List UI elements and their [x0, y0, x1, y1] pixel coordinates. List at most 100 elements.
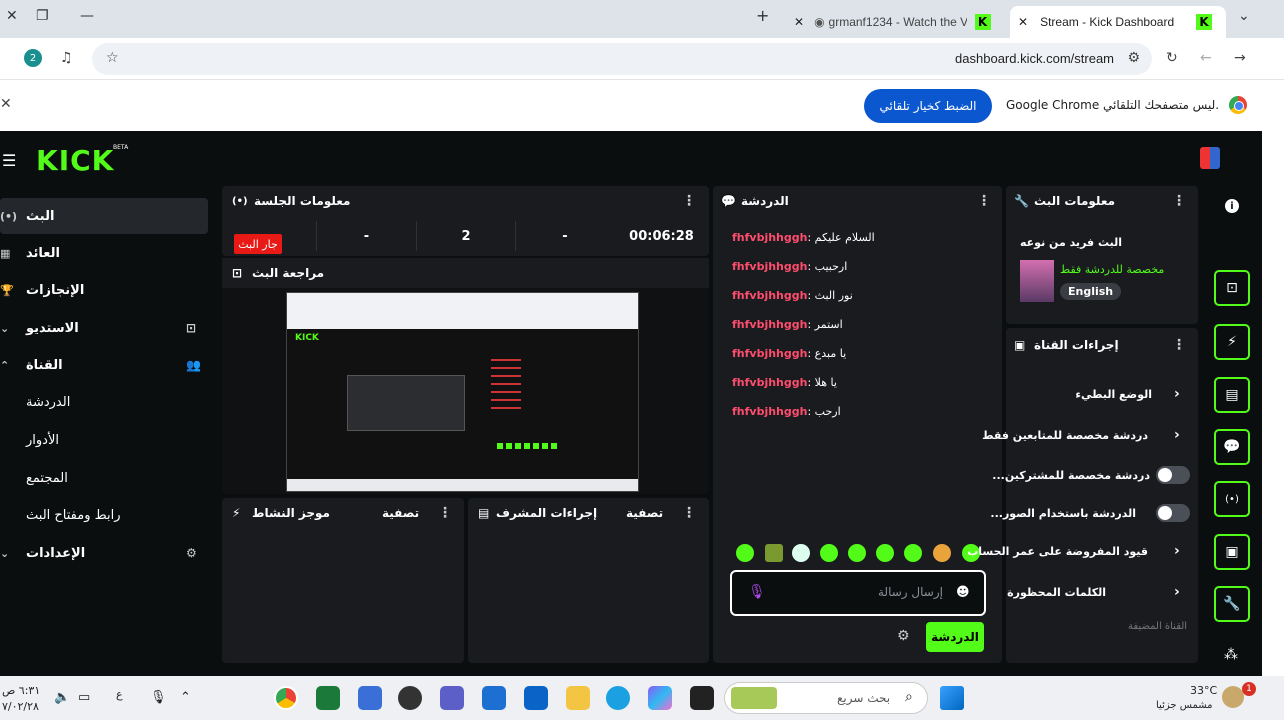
- weather-icon: [1222, 686, 1244, 708]
- bookmark-star-icon[interactable]: ☆: [106, 50, 119, 66]
- more-options-icon[interactable]: ⋮: [438, 505, 452, 521]
- chevron-up-icon[interactable]: ⌃: [180, 690, 191, 705]
- sidebar-item-settings[interactable]: ⌄ الإعدادات ⚙: [0, 535, 208, 571]
- app-taskbar-icon[interactable]: [690, 686, 714, 710]
- chat-toggle-button[interactable]: 💬: [1214, 429, 1250, 465]
- tab-search-chevron-icon[interactable]: ⌄: [1238, 8, 1250, 24]
- emote-icon[interactable]: [876, 544, 894, 562]
- input-language[interactable]: ع: [116, 688, 123, 701]
- tab-watch[interactable]: ✕ ◉ grmanf1234 - Watch the VO K: [786, 6, 1006, 38]
- filter-button[interactable]: تصفية: [382, 506, 419, 520]
- sidebar-item-roles[interactable]: الأدوار: [0, 422, 208, 458]
- clock-time[interactable]: ٦:٣١ ص: [2, 684, 40, 697]
- outlook-taskbar-icon[interactable]: [524, 686, 548, 710]
- chat-input[interactable]: 🎙 إرسال رسالة ☻: [730, 570, 986, 616]
- tab-close-icon[interactable]: ✕: [794, 15, 804, 29]
- kick-logo[interactable]: KICK: [36, 144, 114, 177]
- send-chat-button[interactable]: الدردشة: [926, 622, 984, 652]
- app-taskbar-icon[interactable]: [398, 686, 422, 710]
- emote-icon[interactable]: [933, 544, 951, 562]
- more-options-icon[interactable]: ⋮: [977, 193, 991, 209]
- activity-toggle-button[interactable]: ⚡: [1214, 324, 1250, 360]
- omnibox[interactable]: ☆ dashboard.kick.com/stream ⚙: [92, 43, 1152, 75]
- preview-toggle-button[interactable]: ⊡: [1214, 270, 1250, 306]
- emoji-icon[interactable]: ☻: [956, 585, 970, 600]
- chat-input-placeholder: إرسال رسالة: [878, 585, 943, 599]
- sidebar-item-achievements[interactable]: 🏆 الإنجازات: [0, 272, 208, 308]
- session-toggle-button[interactable]: (•): [1214, 481, 1250, 517]
- weather-temp[interactable]: 33°C: [1190, 684, 1217, 697]
- network-icon[interactable]: ▭: [78, 690, 90, 705]
- volume-icon[interactable]: 🔈: [54, 690, 70, 705]
- restore-window-icon[interactable]: ❐: [36, 8, 49, 24]
- microphone-icon[interactable]: 🎙: [150, 690, 167, 705]
- emote-icon[interactable]: [904, 544, 922, 562]
- store-taskbar-icon[interactable]: [482, 686, 506, 710]
- layout-icon[interactable]: ⁂: [1224, 647, 1238, 663]
- edge-taskbar-icon[interactable]: [606, 686, 630, 710]
- sidebar-item-chat[interactable]: الدردشة: [0, 384, 208, 420]
- account-age-row[interactable]: قيود المفروضة على عمر الحساب ›: [967, 536, 1198, 566]
- info-icon[interactable]: i: [1225, 199, 1239, 213]
- channel-actions-toggle-button[interactable]: ▣: [1214, 534, 1250, 570]
- chrome-taskbar-icon[interactable]: [274, 686, 298, 710]
- url-text[interactable]: dashboard.kick.com/stream: [955, 51, 1114, 66]
- set-default-button[interactable]: الضبط كخيار تلقائي: [864, 89, 992, 123]
- profile-avatar[interactable]: 2: [24, 49, 42, 67]
- copilot-taskbar-icon[interactable]: [648, 686, 672, 710]
- chat-message: fhfvbjhhggh: يا هلا: [732, 376, 837, 389]
- weather-desc[interactable]: مشمس جزئيا: [1156, 700, 1213, 711]
- followers-only-row[interactable]: دردشة مخصصة للمتابعين فقط ›: [982, 420, 1198, 450]
- microphone-icon[interactable]: 🎙: [748, 584, 766, 600]
- emote-icon[interactable]: [736, 544, 754, 562]
- teams-taskbar-icon[interactable]: [440, 686, 464, 710]
- emote-icon[interactable]: [820, 544, 838, 562]
- more-options-icon[interactable]: ⋮: [1172, 193, 1186, 209]
- extension-icon[interactable]: [1200, 147, 1220, 169]
- close-window-icon[interactable]: ✕: [6, 8, 18, 24]
- notes-toggle-button[interactable]: ▤: [1214, 377, 1250, 413]
- sidebar-item-stream[interactable]: (•) البث: [0, 198, 208, 234]
- emote-icon[interactable]: [848, 544, 866, 562]
- more-options-icon[interactable]: ⋮: [682, 505, 696, 521]
- more-options-icon[interactable]: ⋮: [682, 193, 696, 209]
- tab-stream-dashboard[interactable]: ✕ Stream - Kick Dashboard K: [1010, 6, 1226, 38]
- sidebar-item-channel[interactable]: ⌃ القناة 👥: [0, 347, 208, 383]
- emote-only-toggle[interactable]: [1156, 504, 1190, 522]
- clock-date[interactable]: ٧/٠٢/٢٨: [2, 700, 39, 713]
- sidebar-item-stream-key[interactable]: رابط ومفتاح البث: [0, 497, 208, 533]
- back-icon[interactable]: →: [1234, 50, 1246, 66]
- emote-icon[interactable]: [765, 544, 783, 562]
- tab-close-icon[interactable]: ✕: [1018, 15, 1028, 29]
- media-control-icon[interactable]: ♫: [60, 50, 73, 66]
- minimize-window-icon[interactable]: —: [80, 8, 94, 24]
- new-tab-icon[interactable]: +: [756, 6, 769, 25]
- app-taskbar-icon[interactable]: [316, 686, 340, 710]
- forward-icon[interactable]: ←: [1200, 50, 1212, 66]
- sidebar-item-studio[interactable]: ⌄ الاستديو ⊡: [0, 310, 208, 346]
- stream-info-toggle-button[interactable]: 🔧: [1214, 586, 1250, 622]
- taskbar-search[interactable]: بحث سريع ⌕: [724, 682, 928, 714]
- subscribers-only-row: ...دردشة مخصصة للمشتركين: [992, 460, 1198, 490]
- start-windows-icon[interactable]: [940, 686, 964, 710]
- site-settings-icon[interactable]: ⚙: [1127, 50, 1140, 66]
- file-explorer-icon[interactable]: [566, 686, 590, 710]
- chat-settings-gear-icon[interactable]: ⚙: [897, 628, 910, 644]
- slow-mode-row[interactable]: الوضع البطيء ›: [1006, 379, 1198, 409]
- infobar-close-icon[interactable]: ✕: [0, 96, 12, 112]
- sidebar-item-community[interactable]: المجتمع: [0, 460, 208, 496]
- stat-value: -: [515, 221, 614, 251]
- filter-button[interactable]: تصفية: [626, 506, 663, 520]
- app-taskbar-icon[interactable]: [358, 686, 382, 710]
- menu-icon[interactable]: ☰: [2, 151, 16, 170]
- sidebar-item-label: القناة: [26, 357, 63, 373]
- reload-icon[interactable]: ↻: [1166, 50, 1178, 66]
- category-name[interactable]: مخصصة للدردشة فقط: [1060, 263, 1164, 276]
- sidebar-item-label: الدردشة: [26, 394, 71, 410]
- stream-preview-video[interactable]: KICK: [286, 292, 639, 492]
- subscribers-only-toggle[interactable]: [1156, 466, 1190, 484]
- banned-words-row[interactable]: الكلمات المحظورة ›: [1006, 577, 1198, 607]
- more-options-icon[interactable]: ⋮: [1172, 337, 1186, 353]
- sidebar-item-revenue[interactable]: ▦ العائد: [0, 235, 208, 271]
- emote-icon[interactable]: [792, 544, 810, 562]
